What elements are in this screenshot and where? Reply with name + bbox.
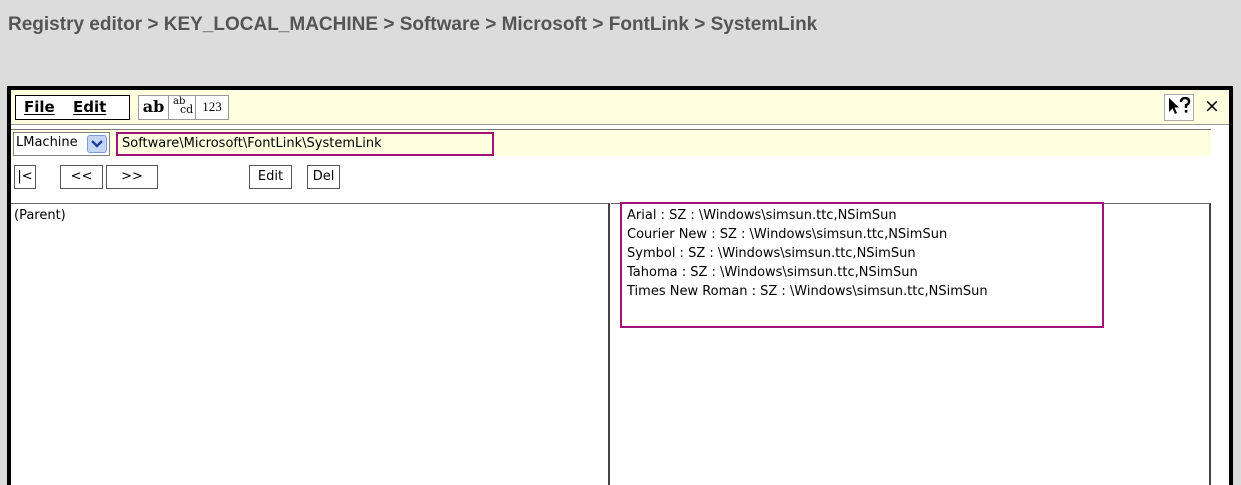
values-pane[interactable]: Arial : SZ : \Windows\simsun.ttc,NSimSun… bbox=[611, 202, 1211, 485]
values-highlight: Arial : SZ : \Windows\simsun.ttc,NSimSun… bbox=[620, 202, 1104, 328]
page-caption: Registry editor > KEY_LOCAL_MACHINE > So… bbox=[8, 14, 818, 35]
help-button[interactable] bbox=[1164, 94, 1194, 121]
value-item[interactable]: Symbol : SZ : \Windows\simsun.ttc,NSimSu… bbox=[627, 246, 916, 261]
value-item[interactable]: Arial : SZ : \Windows\simsun.ttc,NSimSun bbox=[627, 208, 897, 223]
ime-ab-button[interactable]: ab bbox=[138, 95, 169, 120]
registry-editor-window: File Edit ab ab cd 123 × LMachine Softwa… bbox=[7, 86, 1233, 485]
menu-file[interactable]: File bbox=[24, 98, 55, 116]
ime-abcd-bottom: cd bbox=[180, 103, 194, 116]
chevron-down-icon[interactable] bbox=[87, 135, 107, 153]
delete-button[interactable]: Del bbox=[307, 165, 340, 189]
menu-edit[interactable]: Edit bbox=[73, 98, 106, 116]
value-item[interactable]: Tahoma : SZ : \Windows\simsun.ttc,NSimSu… bbox=[627, 265, 918, 280]
key-path-field[interactable]: Software\Microsoft\FontLink\SystemLink bbox=[116, 132, 494, 156]
keys-pane[interactable]: (Parent) bbox=[11, 203, 610, 485]
first-button[interactable]: |< bbox=[14, 165, 36, 189]
menu-group: File Edit bbox=[15, 95, 130, 120]
hive-value: LMachine bbox=[16, 135, 78, 150]
menu-bar: File Edit ab ab cd 123 × bbox=[11, 90, 1229, 125]
previous-button[interactable]: << bbox=[60, 165, 103, 189]
key-item-parent[interactable]: (Parent) bbox=[14, 208, 66, 223]
navigation-bar: |< << >> Edit Del bbox=[11, 161, 1229, 189]
value-item[interactable]: Courier New : SZ : \Windows\simsun.ttc,N… bbox=[627, 227, 947, 242]
ime-abcd-button[interactable]: ab cd bbox=[168, 95, 196, 120]
close-button[interactable]: × bbox=[1200, 94, 1224, 119]
path-bar: LMachine Software\Microsoft\FontLink\Sys… bbox=[11, 129, 1211, 156]
next-button[interactable]: >> bbox=[106, 165, 158, 189]
ime-numeric-button[interactable]: 123 bbox=[195, 95, 229, 120]
edit-button[interactable]: Edit bbox=[249, 165, 292, 189]
hive-dropdown[interactable]: LMachine bbox=[13, 132, 110, 156]
pointer-question-icon bbox=[1169, 97, 1191, 114]
value-item[interactable]: Times New Roman : SZ : \Windows\simsun.t… bbox=[627, 284, 988, 299]
